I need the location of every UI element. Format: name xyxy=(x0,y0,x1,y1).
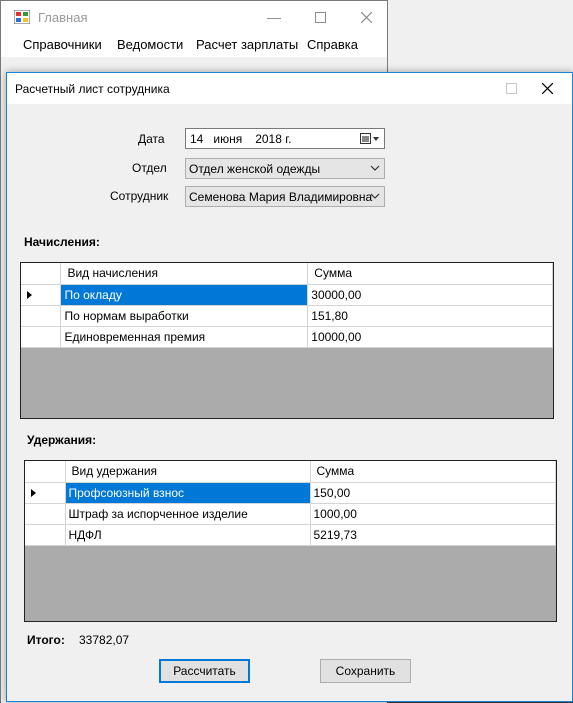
calculate-button[interactable]: Рассчитать xyxy=(159,659,250,683)
chevron-down-icon xyxy=(370,165,380,171)
row-header[interactable] xyxy=(25,482,66,504)
department-label: Отдел xyxy=(132,161,167,175)
table-cell[interactable]: 5219,73 xyxy=(310,524,556,546)
calendar-dropdown-icon[interactable] xyxy=(360,133,380,145)
date-label: Дата xyxy=(138,132,165,146)
row-header-corner xyxy=(21,263,62,285)
total-label: Итого: xyxy=(27,633,65,647)
column-header-amount[interactable]: Сумма xyxy=(310,461,556,483)
current-row-arrow-icon xyxy=(27,290,32,299)
row-header[interactable] xyxy=(25,503,66,525)
table-cell[interactable]: По нормам выработки xyxy=(60,305,309,327)
column-header-amount[interactable]: Сумма xyxy=(307,263,553,285)
column-header-type[interactable]: Вид начисления xyxy=(60,263,309,285)
total-value: 33782,07 xyxy=(79,633,130,647)
department-select[interactable]: Отдел женской одежды xyxy=(185,158,385,179)
table-cell[interactable]: По окладу xyxy=(60,284,309,306)
table-cell[interactable]: 10000,00 xyxy=(307,326,553,348)
maximize-icon xyxy=(314,11,326,23)
table-cell[interactable]: 150,00 xyxy=(310,482,556,504)
app-icon xyxy=(14,10,30,24)
save-button[interactable]: Сохранить xyxy=(320,659,411,683)
main-window-title: Главная xyxy=(38,10,88,25)
dialog-titlebar: Расчетный лист сотрудника xyxy=(7,73,572,104)
grid-header-row: Вид начисления Сумма xyxy=(21,263,553,285)
maximize-icon xyxy=(505,83,517,94)
menu-item-references[interactable]: Справочники xyxy=(23,37,102,52)
accruals-grid[interactable]: Вид начисления Сумма По окладу 30000,00 … xyxy=(20,262,554,419)
table-row[interactable]: По нормам выработки 151,80 xyxy=(21,305,553,327)
employee-label: Сотрудник xyxy=(110,189,169,203)
dialog-minimize-button[interactable] xyxy=(397,73,443,104)
table-cell[interactable]: 30000,00 xyxy=(307,284,553,306)
dialog-title: Расчетный лист сотрудника xyxy=(15,82,170,96)
maximize-button[interactable] xyxy=(297,1,343,33)
row-header[interactable] xyxy=(21,326,62,348)
employee-value: Семенова Мария Владимировна xyxy=(189,190,373,204)
deductions-title: Удержания: xyxy=(27,433,97,447)
menu-item-help[interactable]: Справка xyxy=(307,37,358,52)
date-day: 14 xyxy=(190,131,204,146)
minimize-button[interactable]: — xyxy=(251,1,297,33)
table-row[interactable]: Профсоюзный взнос 150,00 xyxy=(25,482,556,504)
date-month: июня xyxy=(213,131,243,146)
close-button[interactable] xyxy=(343,1,389,33)
table-row[interactable]: НДФЛ 5219,73 xyxy=(25,524,556,546)
row-header[interactable] xyxy=(25,524,66,546)
main-titlebar: Главная — xyxy=(1,1,387,33)
chevron-down-icon xyxy=(370,193,380,199)
table-cell[interactable]: Штраф за испорченное изделие xyxy=(65,503,311,525)
table-row[interactable]: По окладу 30000,00 xyxy=(21,284,553,306)
date-picker[interactable]: 14 июня 2018 г. xyxy=(185,128,385,149)
grid-header-row: Вид удержания Сумма xyxy=(25,461,556,483)
table-cell[interactable]: Профсоюзный взнос xyxy=(65,482,311,504)
table-row[interactable]: Штраф за испорченное изделие 1000,00 xyxy=(25,503,556,525)
row-header[interactable] xyxy=(21,305,62,327)
row-header[interactable] xyxy=(21,284,62,306)
column-header-type[interactable]: Вид удержания xyxy=(65,461,311,483)
row-header-corner xyxy=(25,461,66,483)
close-icon xyxy=(360,11,372,23)
accruals-title: Начисления: xyxy=(24,235,100,249)
department-value: Отдел женской одежды xyxy=(189,162,321,176)
table-cell[interactable]: 151,80 xyxy=(307,305,553,327)
minimize-icon: — xyxy=(267,9,281,25)
menu-item-payroll[interactable]: Расчет зарплаты xyxy=(196,37,298,52)
close-icon xyxy=(541,83,553,94)
dialog-close-button[interactable] xyxy=(524,73,570,104)
date-year: 2018 г. xyxy=(255,131,292,146)
table-cell[interactable]: НДФЛ xyxy=(65,524,311,546)
table-cell[interactable]: 1000,00 xyxy=(310,503,556,525)
menu-item-statements[interactable]: Ведомости xyxy=(117,37,183,52)
payslip-dialog: Расчетный лист сотрудника Дата 14 июня 2… xyxy=(6,72,573,702)
table-row[interactable]: Единовременная премия 10000,00 xyxy=(21,326,553,348)
table-cell[interactable]: Единовременная премия xyxy=(60,326,309,348)
deductions-grid[interactable]: Вид удержания Сумма Профсоюзный взнос 15… xyxy=(24,460,557,622)
current-row-arrow-icon xyxy=(31,488,36,497)
employee-select[interactable]: Семенова Мария Владимировна xyxy=(185,186,385,207)
